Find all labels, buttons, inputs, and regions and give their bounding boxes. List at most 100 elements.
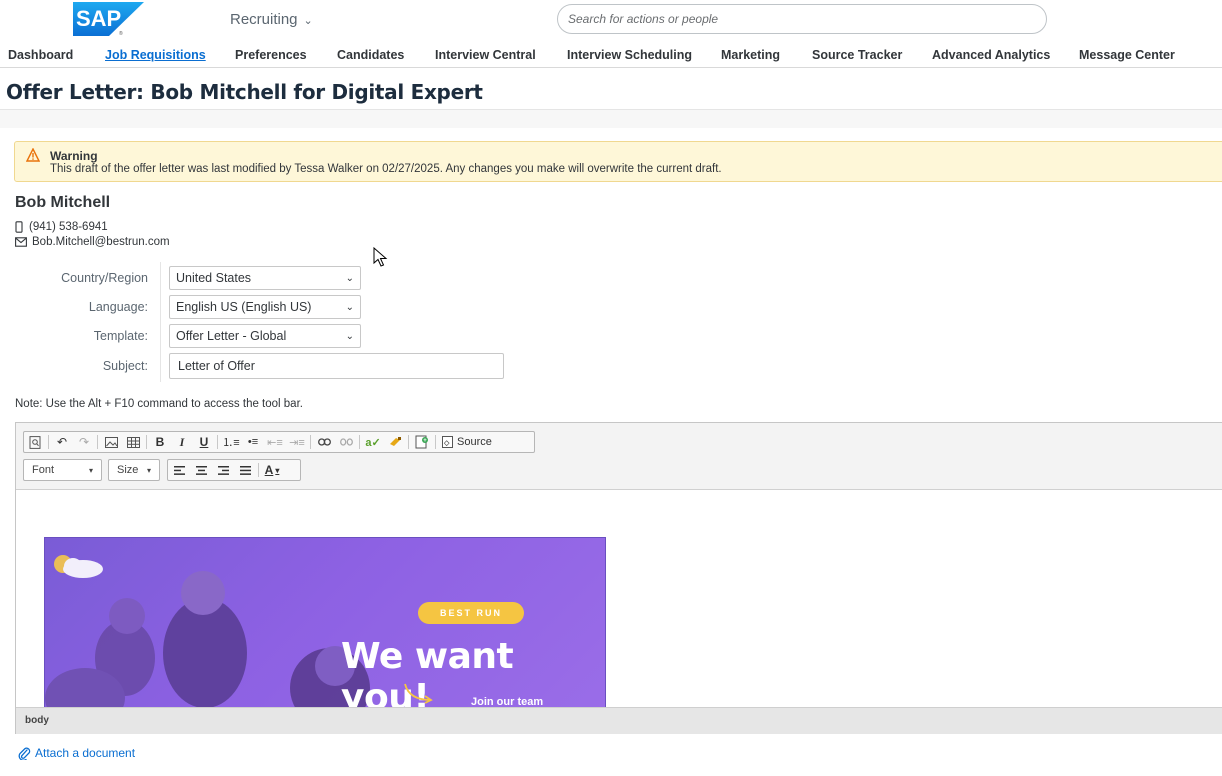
- image-icon[interactable]: [100, 432, 122, 452]
- font-select[interactable]: Font ▾: [23, 459, 102, 481]
- offer-content: Warning This draft of the offer letter w…: [0, 128, 1222, 776]
- phone-icon: [15, 221, 23, 233]
- toolbar-separator: [146, 435, 147, 449]
- svg-text:◇: ◇: [443, 440, 450, 447]
- template-label: Template:: [93, 329, 148, 343]
- dropdown-arrow-icon: ▾: [146, 465, 151, 475]
- undo-icon[interactable]: ↶: [51, 432, 73, 452]
- chevron-down-icon: ⌄: [345, 301, 354, 313]
- best-run-badge: BEST RUN: [418, 602, 524, 624]
- nav-tabs: Dashboard Job Requisitions Preferences C…: [0, 44, 1222, 68]
- country-select[interactable]: United States ⌄: [169, 266, 361, 290]
- link-icon[interactable]: [313, 432, 335, 452]
- search-placeholder: Search for actions or people: [568, 12, 719, 26]
- preview-icon[interactable]: [24, 432, 46, 452]
- warning-message: Warning This draft of the offer letter w…: [14, 141, 1222, 182]
- text-color-icon[interactable]: A ▾: [261, 460, 283, 480]
- chevron-down-icon: ⌄: [345, 272, 354, 284]
- dropdown-arrow-icon: ▾: [88, 465, 93, 475]
- template-value: Offer Letter - Global: [176, 329, 287, 343]
- tab-job-requisitions[interactable]: Job Requisitions: [105, 44, 206, 62]
- tab-source-tracker[interactable]: Source Tracker: [812, 44, 902, 62]
- align-center-icon[interactable]: [190, 460, 212, 480]
- sap-logo[interactable]: SAP ®: [73, 2, 144, 36]
- attach-document-link[interactable]: Attach a document: [18, 746, 135, 760]
- warning-title: Warning: [50, 149, 98, 163]
- toolbar-separator: [408, 435, 409, 449]
- bullet-list-icon[interactable]: •≡: [242, 432, 264, 452]
- candidate-phone: (941) 538-6941: [15, 221, 108, 233]
- candidate-email: Bob.Mitchell@bestrun.com: [15, 236, 170, 248]
- toolbar-separator: [97, 435, 98, 449]
- tab-advanced-analytics[interactable]: Advanced Analytics: [932, 44, 1050, 62]
- outdent-icon[interactable]: ⇤≡: [264, 432, 286, 452]
- spellcheck-icon[interactable]: a✓: [362, 432, 384, 452]
- shell-bar: SAP ® Recruiting ⌄ Search for actions or…: [0, 0, 1222, 44]
- numbered-list-icon[interactable]: ⒈≡: [220, 432, 242, 452]
- toolbar-row-1: ↶ ↷ B I U ⒈≡ •≡ ⇤≡ ⇥≡ a✓ + ◇ Source: [23, 431, 535, 453]
- template-select[interactable]: Offer Letter - Global ⌄: [169, 324, 361, 348]
- language-row: Language:: [0, 295, 148, 319]
- align-left-icon[interactable]: [168, 460, 190, 480]
- paperclip-icon: [18, 747, 31, 760]
- toolbar-note: Note: Use the Alt + F10 command to acces…: [15, 398, 303, 410]
- team-photo: [45, 555, 370, 707]
- subject-input[interactable]: Letter of Offer: [169, 353, 504, 379]
- subject-value: Letter of Offer: [178, 359, 255, 373]
- country-row: Country/Region: [0, 266, 148, 290]
- bold-icon[interactable]: B: [149, 432, 171, 452]
- editor-content-area[interactable]: BEST RUN We want you! Join our team: [16, 490, 1222, 707]
- tab-interview-central[interactable]: Interview Central: [435, 44, 536, 62]
- candidate-name: Bob Mitchell: [15, 194, 111, 211]
- email-address: Bob.Mitchell@bestrun.com: [32, 236, 170, 248]
- warning-text: This draft of the offer letter was last …: [50, 163, 722, 175]
- toolbar-row-2: A ▾: [167, 459, 301, 481]
- offer-banner-image: BEST RUN We want you! Join our team: [44, 537, 606, 707]
- editor-status-bar: body: [16, 707, 1222, 734]
- indent-icon[interactable]: ⇥≡: [286, 432, 308, 452]
- app-switcher[interactable]: Recruiting ⌄: [230, 11, 313, 28]
- unlink-icon[interactable]: [335, 432, 357, 452]
- redo-icon[interactable]: ↷: [73, 432, 95, 452]
- align-justify-icon[interactable]: [234, 460, 256, 480]
- element-path[interactable]: body: [25, 715, 49, 726]
- source-label: Source: [457, 436, 492, 448]
- tab-dashboard[interactable]: Dashboard: [8, 44, 73, 62]
- align-right-icon[interactable]: [212, 460, 234, 480]
- paste-icon[interactable]: [384, 432, 406, 452]
- svg-text:+: +: [423, 438, 427, 444]
- arrow-icon: [404, 683, 433, 704]
- chevron-down-icon: ⌄: [345, 330, 354, 342]
- tab-message-center[interactable]: Message Center: [1079, 44, 1175, 62]
- tab-interview-scheduling[interactable]: Interview Scheduling: [567, 44, 692, 62]
- language-select[interactable]: English US (English US) ⌄: [169, 295, 361, 319]
- size-select[interactable]: Size ▾: [108, 459, 160, 481]
- toolbar-separator: [435, 435, 436, 449]
- tab-candidates[interactable]: Candidates: [337, 44, 404, 62]
- font-label: Font: [32, 464, 55, 476]
- title-bar: Offer Letter: Bob Mitchell for Digital E…: [0, 68, 1222, 110]
- italic-icon[interactable]: I: [171, 432, 193, 452]
- toolbar-separator: [217, 435, 218, 449]
- tab-preferences[interactable]: Preferences: [235, 44, 307, 62]
- tab-marketing[interactable]: Marketing: [721, 44, 780, 62]
- mouse-cursor-icon: [373, 247, 388, 267]
- insert-template-icon[interactable]: +: [411, 432, 433, 452]
- template-row: Template:: [0, 324, 148, 348]
- subject-row: Subject:: [0, 354, 148, 378]
- toolbar-separator: [258, 463, 259, 477]
- svg-text:®: ®: [119, 30, 123, 36]
- source-icon: ◇: [442, 436, 453, 448]
- logo-text: SAP: [76, 6, 121, 31]
- toolbar-separator: [48, 435, 49, 449]
- underline-icon[interactable]: U: [193, 432, 215, 452]
- toolbar-separator: [310, 435, 311, 449]
- search-input[interactable]: Search for actions or people: [557, 4, 1047, 34]
- source-button[interactable]: ◇ Source: [438, 432, 496, 452]
- language-value: English US (English US): [176, 300, 312, 314]
- language-label: Language:: [88, 300, 148, 314]
- rich-text-editor: ↶ ↷ B I U ⒈≡ •≡ ⇤≡ ⇥≡ a✓ + ◇ Source Font…: [15, 422, 1222, 734]
- warning-icon: [26, 148, 40, 162]
- table-icon[interactable]: [122, 432, 144, 452]
- mail-icon: [15, 237, 27, 247]
